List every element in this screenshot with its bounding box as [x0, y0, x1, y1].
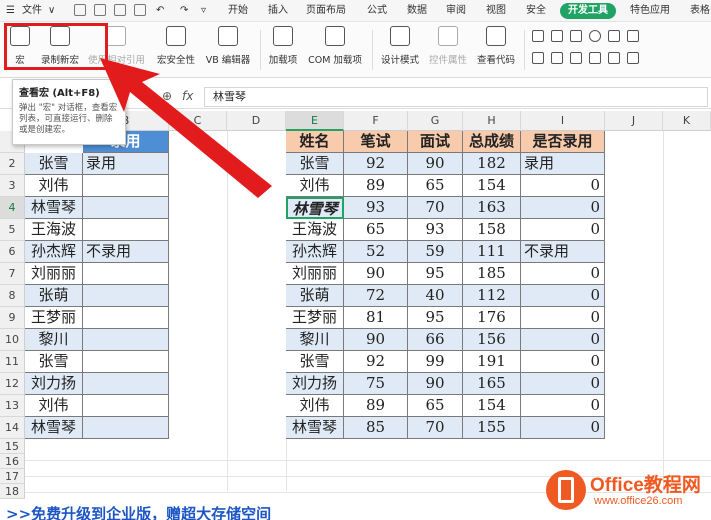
pointer-arrow	[100, 58, 272, 198]
